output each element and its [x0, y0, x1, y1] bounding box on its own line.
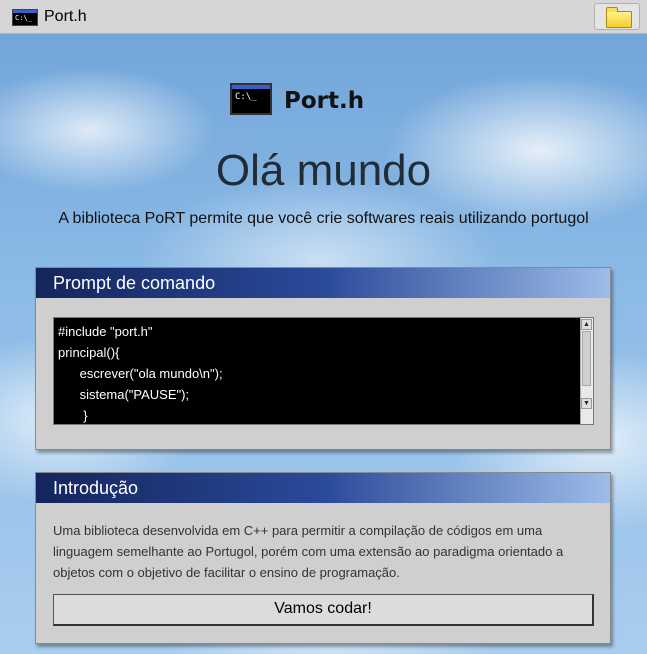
terminal-logo-icon: C:\_	[230, 83, 272, 115]
code-text[interactable]: #include "port.h" principal(){ escrever(…	[58, 321, 223, 426]
prompt-panel-title: Prompt de comando	[36, 268, 610, 298]
prompt-panel: Prompt de comando #include "port.h" prin…	[35, 267, 611, 450]
code-console[interactable]: #include "port.h" principal(){ escrever(…	[53, 317, 594, 425]
window-title: Port.h	[44, 8, 87, 25]
start-coding-button[interactable]: Vamos codar!	[53, 594, 594, 626]
intro-paragraph: Uma biblioteca desenvolvida em C++ para …	[53, 523, 564, 580]
folder-icon	[606, 7, 632, 28]
terminal-app-icon: C:\_	[12, 9, 38, 26]
page-headline: Olá mundo	[215, 146, 432, 195]
logo-name: Port.h	[284, 88, 365, 114]
intro-panel: Introdução Uma biblioteca desenvolvida e…	[35, 472, 611, 644]
scroll-down-icon[interactable]: ▼	[581, 398, 592, 409]
title-bar: C:\_ Port.h	[0, 0, 647, 34]
console-scrollbar[interactable]: ▲ ▼	[580, 318, 593, 424]
scroll-thumb[interactable]	[582, 331, 591, 386]
scroll-up-icon[interactable]: ▲	[581, 319, 592, 330]
intro-panel-title: Introdução	[36, 473, 610, 503]
app-icon-text: C:\_	[15, 14, 32, 22]
logo-icon-text: C:\_	[235, 92, 257, 102]
open-folder-button[interactable]	[594, 3, 640, 30]
page-subheadline: A biblioteca PoRT permite que você crie …	[58, 210, 589, 227]
